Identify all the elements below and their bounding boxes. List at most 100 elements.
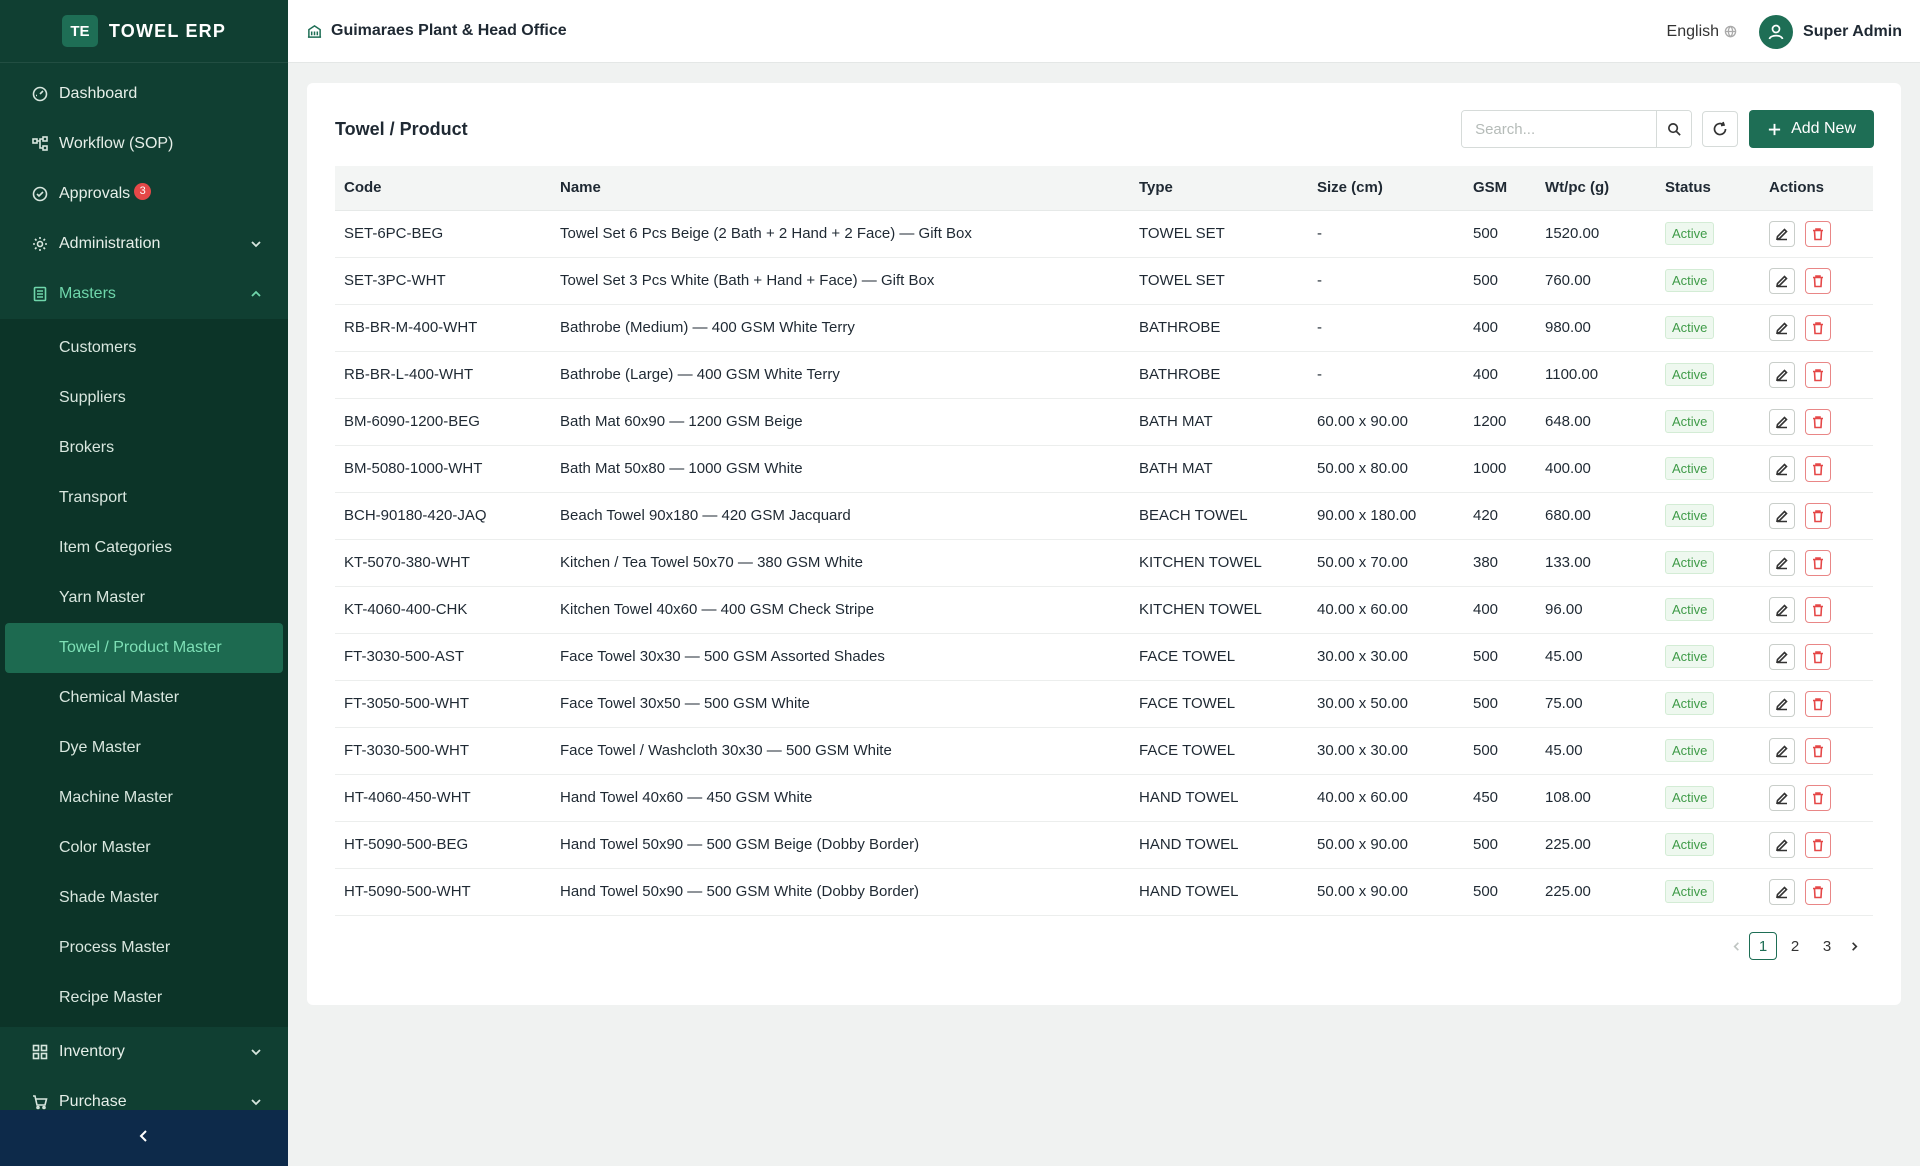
name-cell: Towel Set 6 Pcs Beige (2 Bath + 2 Hand +…	[551, 210, 1130, 258]
delete-button[interactable]	[1805, 361, 1831, 388]
delete-button[interactable]	[1805, 596, 1831, 623]
sidebar-item-color-master[interactable]: Color Master	[0, 823, 288, 873]
sidebar-item-machine-master[interactable]: Machine Master	[0, 773, 288, 823]
edit-button[interactable]	[1769, 737, 1795, 764]
size-cell: 50.00 x 90.00	[1308, 868, 1464, 916]
sidebar-item-dashboard[interactable]: Dashboard	[0, 69, 288, 119]
delete-button[interactable]	[1805, 831, 1831, 858]
code-cell: BCH-90180-420-JAQ	[335, 492, 551, 540]
sidebar-item-yarn-master[interactable]: Yarn Master	[0, 573, 288, 623]
sidebar-item-administration[interactable]: Administration	[0, 219, 288, 269]
edit-button[interactable]	[1769, 361, 1795, 388]
table-row[interactable]: FT-3030-500-WHT Face Towel / Washcloth 30…	[335, 727, 1873, 775]
edit-button[interactable]	[1769, 596, 1795, 623]
table-row[interactable]: FT-3050-500-WHT Face Towel 30x50 — 500 GS…	[335, 680, 1873, 728]
search-input[interactable]	[1462, 111, 1657, 147]
search-button[interactable]	[1656, 111, 1692, 147]
pagination-page-3[interactable]: 3	[1813, 932, 1841, 960]
edit-button[interactable]	[1769, 267, 1795, 294]
pagination-page-1[interactable]: 1	[1749, 932, 1777, 960]
status-cell: Active	[1656, 492, 1760, 540]
refresh-button[interactable]	[1702, 111, 1739, 147]
sidebar-item-recipe-master[interactable]: Recipe Master	[0, 973, 288, 1023]
sidebar-item-workflow[interactable]: Workflow (SOP)	[0, 119, 288, 169]
column-header-size-cm: Size (cm)	[1308, 166, 1464, 211]
delete-button[interactable]	[1805, 408, 1831, 435]
code-cell: HT-4060-450-WHT	[335, 774, 551, 822]
sidebar-item-masters[interactable]: Masters	[0, 269, 288, 319]
table-row[interactable]: BM-5080-1000-WHT Bath Mat 50x80 — 1000 GS…	[335, 445, 1873, 493]
sidebar-item-approvals[interactable]: Approvals 3	[0, 169, 288, 219]
edit-button[interactable]	[1769, 878, 1795, 905]
table-row[interactable]: FT-3030-500-AST Face Towel 30x30 — 500 GS…	[335, 633, 1873, 681]
column-header-status: Status	[1656, 166, 1760, 211]
code-cell: HT-5090-500-WHT	[335, 868, 551, 916]
sidebar-collapse-button[interactable]	[0, 1110, 288, 1166]
table-row[interactable]: HT-4060-450-WHT Hand Towel 40x60 — 450 GS…	[335, 774, 1873, 822]
table-row[interactable]: RB-BR-L-400-WHT Bathrobe (Large) — 400 GS…	[335, 351, 1873, 399]
type-cell: BATHROBE	[1130, 304, 1308, 352]
sidebar-item-brokers[interactable]: Brokers	[0, 423, 288, 473]
delete-button[interactable]	[1805, 878, 1831, 905]
pencil-icon	[1775, 509, 1788, 522]
sidebar-item-suppliers[interactable]: Suppliers	[0, 373, 288, 423]
table-row[interactable]: SET-6PC-BEG Towel Set 6 Pcs Beige (2 Bath…	[335, 210, 1873, 258]
table-row[interactable]: BCH-90180-420-JAQ Beach Towel 90x180 — 42…	[335, 492, 1873, 540]
delete-button[interactable]	[1805, 784, 1831, 811]
edit-button[interactable]	[1769, 220, 1795, 247]
sidebar-item-shade-master[interactable]: Shade Master	[0, 873, 288, 923]
table-row[interactable]: KT-5070-380-WHT Kitchen / Tea Towel 50x70…	[335, 539, 1873, 587]
size-cell: -	[1308, 304, 1464, 352]
add-new-button[interactable]: Add New	[1749, 110, 1874, 148]
sidebar-item-transport[interactable]: Transport	[0, 473, 288, 523]
name-cell: Kitchen Towel 40x60 — 400 GSM Check Stri…	[551, 586, 1130, 634]
sidebar-item-item-categories[interactable]: Item Categories	[0, 523, 288, 573]
logo[interactable]: TE TOWEL ERP	[0, 0, 288, 63]
pagination-prev-button[interactable]	[1725, 932, 1747, 960]
delete-button[interactable]	[1805, 314, 1831, 341]
edit-button[interactable]	[1769, 502, 1795, 529]
table-row[interactable]: SET-3PC-WHT Towel Set 3 Pcs White (Bath +…	[335, 257, 1873, 305]
delete-button[interactable]	[1805, 549, 1831, 576]
edit-button[interactable]	[1769, 314, 1795, 341]
table-row[interactable]: KT-4060-400-CHK Kitchen Towel 40x60 — 400…	[335, 586, 1873, 634]
weight-cell: 980.00	[1536, 304, 1656, 352]
table-row[interactable]: BM-6090-1200-BEG Bath Mat 60x90 — 1200 GS…	[335, 398, 1873, 446]
sidebar-item-process-master[interactable]: Process Master	[0, 923, 288, 973]
table-row[interactable]: HT-5090-500-WHT Hand Towel 50x90 — 500 GS…	[335, 868, 1873, 916]
plus-icon	[1768, 123, 1781, 135]
delete-button[interactable]	[1805, 502, 1831, 529]
delete-button[interactable]	[1805, 643, 1831, 670]
sidebar-item-customers[interactable]: Customers	[0, 323, 288, 373]
avatar[interactable]	[1759, 14, 1794, 49]
size-cell: 50.00 x 70.00	[1308, 539, 1464, 587]
delete-button[interactable]	[1805, 690, 1831, 717]
delete-button[interactable]	[1805, 267, 1831, 294]
code-cell: RB-BR-L-400-WHT	[335, 351, 551, 399]
edit-button[interactable]	[1769, 784, 1795, 811]
sidebar-item-inventory[interactable]: Inventory	[0, 1027, 288, 1077]
pagination-next-button[interactable]	[1843, 932, 1865, 960]
weight-cell: 648.00	[1536, 398, 1656, 446]
sidebar-item-chemical-master[interactable]: Chemical Master	[0, 673, 288, 723]
edit-button[interactable]	[1769, 455, 1795, 482]
table-row[interactable]: RB-BR-M-400-WHT Bathrobe (Medium) — 400 G…	[335, 304, 1873, 352]
edit-button[interactable]	[1769, 690, 1795, 717]
size-cell: 40.00 x 60.00	[1308, 774, 1464, 822]
edit-button[interactable]	[1769, 408, 1795, 435]
organization-selector[interactable]: Guimaraes Plant & Head Office	[307, 22, 567, 40]
type-cell: FACE TOWEL	[1130, 633, 1308, 681]
edit-button[interactable]	[1769, 643, 1795, 670]
delete-button[interactable]	[1805, 737, 1831, 764]
edit-button[interactable]	[1769, 549, 1795, 576]
delete-button[interactable]	[1805, 220, 1831, 247]
user-name[interactable]: Super Admin	[1803, 23, 1902, 41]
delete-button[interactable]	[1805, 455, 1831, 482]
language-selector[interactable]: English	[1667, 23, 1737, 41]
sidebar-item-towel-product-master[interactable]: Towel / Product Master	[5, 623, 283, 673]
pagination-page-2[interactable]: 2	[1781, 932, 1809, 960]
sidebar-item-dye-master[interactable]: Dye Master	[0, 723, 288, 773]
table-row[interactable]: HT-5090-500-BEG Hand Towel 50x90 — 500 GS…	[335, 821, 1873, 869]
edit-button[interactable]	[1769, 831, 1795, 858]
trash-icon	[1813, 462, 1823, 475]
